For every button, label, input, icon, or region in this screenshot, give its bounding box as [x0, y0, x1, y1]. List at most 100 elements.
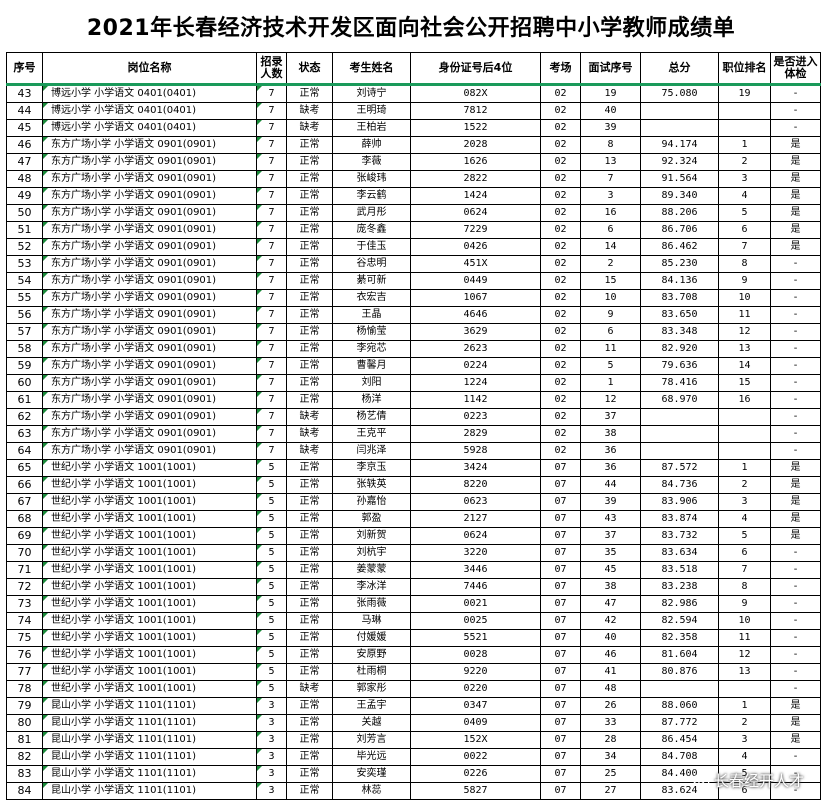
cell-physical: - [770, 663, 821, 681]
cell-physical: - [770, 340, 821, 358]
cell-status: 正常 [286, 527, 333, 545]
table-row: 67 世纪小学 小学语文 1001(1001) 5 正常 孙嘉怡 0623 07 39 83.9… [6, 493, 821, 511]
cell-id: 0226 [410, 765, 541, 783]
cell-rank: 11 [718, 629, 771, 647]
cell-id: 1142 [410, 391, 541, 409]
cell-name: 姜蒙蒙 [332, 561, 411, 579]
cell-interview-no: 6 [580, 221, 641, 239]
cell-position: 东方广场小学 小学语文 0901(0901) [42, 136, 257, 154]
cell-room: 07 [540, 561, 581, 579]
cell-room: 07 [540, 629, 581, 647]
cell-total: 68.970 [640, 391, 719, 409]
cell-position: 博远小学 小学语文 0401(0401) [42, 102, 257, 120]
cell-room: 02 [540, 289, 581, 307]
cell-name: 安奕瑾 [332, 765, 411, 783]
cell-room: 07 [540, 697, 581, 715]
cell-interview-no: 10 [580, 289, 641, 307]
table-row: 61 东方广场小学 小学语文 0901(0901) 7 正常 杨洋 1142 02 12 68.… [6, 391, 821, 409]
cell-seq: 83 [6, 765, 43, 783]
cell-total: 81.604 [640, 646, 719, 664]
cell-quota: 5 [256, 561, 287, 579]
cell-physical: - [770, 255, 821, 273]
cell-seq: 81 [6, 731, 43, 749]
cell-total [640, 442, 719, 460]
cell-total: 87.572 [640, 459, 719, 477]
cell-name: 张轶英 [332, 476, 411, 494]
cell-interview-no: 47 [580, 595, 641, 613]
cell-position: 博远小学 小学语文 0401(0401) [42, 84, 257, 103]
cell-quota: 5 [256, 595, 287, 613]
cell-physical: 是 [770, 136, 821, 154]
cell-seq: 45 [6, 119, 43, 137]
cell-seq: 79 [6, 697, 43, 715]
cell-quota: 7 [256, 102, 287, 120]
cell-total: 83.634 [640, 544, 719, 562]
cell-status: 正常 [286, 391, 333, 409]
cell-interview-no: 39 [580, 493, 641, 511]
cell-physical: - [770, 102, 821, 120]
cell-physical: - [770, 646, 821, 664]
cell-physical: - [770, 119, 821, 137]
cell-quota: 7 [256, 306, 287, 324]
cell-interview-no: 42 [580, 612, 641, 630]
cell-rank: 4 [718, 187, 771, 205]
cell-seq: 58 [6, 340, 43, 358]
cell-id: 2829 [410, 425, 541, 443]
cell-rank: 4 [718, 748, 771, 766]
cell-quota: 3 [256, 782, 287, 800]
cell-quota: 7 [256, 187, 287, 205]
cell-id: 0025 [410, 612, 541, 630]
table-row: 45 博远小学 小学语文 0401(0401) 7 缺考 王柏岩 1522 02 39 - [6, 119, 821, 137]
cell-room: 07 [540, 782, 581, 800]
cell-quota: 5 [256, 476, 287, 494]
table-row: 60 东方广场小学 小学语文 0901(0901) 7 正常 刘阳 1224 02 1 78.4… [6, 374, 821, 392]
cell-seq: 74 [6, 612, 43, 630]
cell-name: 郭家彤 [332, 680, 411, 698]
cell-seq: 62 [6, 408, 43, 426]
cell-quota: 3 [256, 697, 287, 715]
cell-physical: 是 [770, 459, 821, 477]
cell-id: 5928 [410, 442, 541, 460]
cell-status: 正常 [286, 136, 333, 154]
cell-position: 东方广场小学 小学语文 0901(0901) [42, 306, 257, 324]
header-position: 岗位名称 [42, 52, 257, 86]
cell-seq: 69 [6, 527, 43, 545]
cell-rank [718, 425, 771, 443]
cell-physical: 是 [770, 204, 821, 222]
cell-interview-no: 38 [580, 578, 641, 596]
cell-interview-no: 40 [580, 102, 641, 120]
cell-room: 07 [540, 731, 581, 749]
cell-room: 02 [540, 153, 581, 171]
table-row: 44 博远小学 小学语文 0401(0401) 7 缺考 王明琦 7812 02 40 - [6, 102, 821, 120]
cell-room: 07 [540, 476, 581, 494]
cell-rank: 2 [718, 153, 771, 171]
cell-physical: 是 [770, 731, 821, 749]
cell-room: 02 [540, 102, 581, 120]
cell-position: 东方广场小学 小学语文 0901(0901) [42, 357, 257, 375]
cell-id: 2822 [410, 170, 541, 188]
cell-room: 02 [540, 221, 581, 239]
cell-rank [718, 119, 771, 137]
cell-id: 5827 [410, 782, 541, 800]
table-row: 46 东方广场小学 小学语文 0901(0901) 7 正常 薛帅 2028 02 8 94.1… [6, 136, 821, 154]
cell-position: 东方广场小学 小学语文 0901(0901) [42, 289, 257, 307]
cell-status: 正常 [286, 255, 333, 273]
cell-total: 83.874 [640, 510, 719, 528]
cell-position: 世纪小学 小学语文 1001(1001) [42, 476, 257, 494]
cell-name: 谷忠明 [332, 255, 411, 273]
cell-physical: 是 [770, 527, 821, 545]
cell-id: 3446 [410, 561, 541, 579]
cell-physical: - [770, 306, 821, 324]
cell-physical: - [770, 272, 821, 290]
cell-total: 86.462 [640, 238, 719, 256]
cell-quota: 3 [256, 748, 287, 766]
cell-total: 89.340 [640, 187, 719, 205]
cell-seq: 47 [6, 153, 43, 171]
cell-status: 正常 [286, 493, 333, 511]
table-row: 65 世纪小学 小学语文 1001(1001) 5 正常 李京玉 3424 07 36 87.5… [6, 459, 821, 477]
cell-seq: 80 [6, 714, 43, 732]
cell-id: 3629 [410, 323, 541, 341]
cell-position: 世纪小学 小学语文 1001(1001) [42, 510, 257, 528]
cell-name: 曹馨月 [332, 357, 411, 375]
cell-total: 83.238 [640, 578, 719, 596]
